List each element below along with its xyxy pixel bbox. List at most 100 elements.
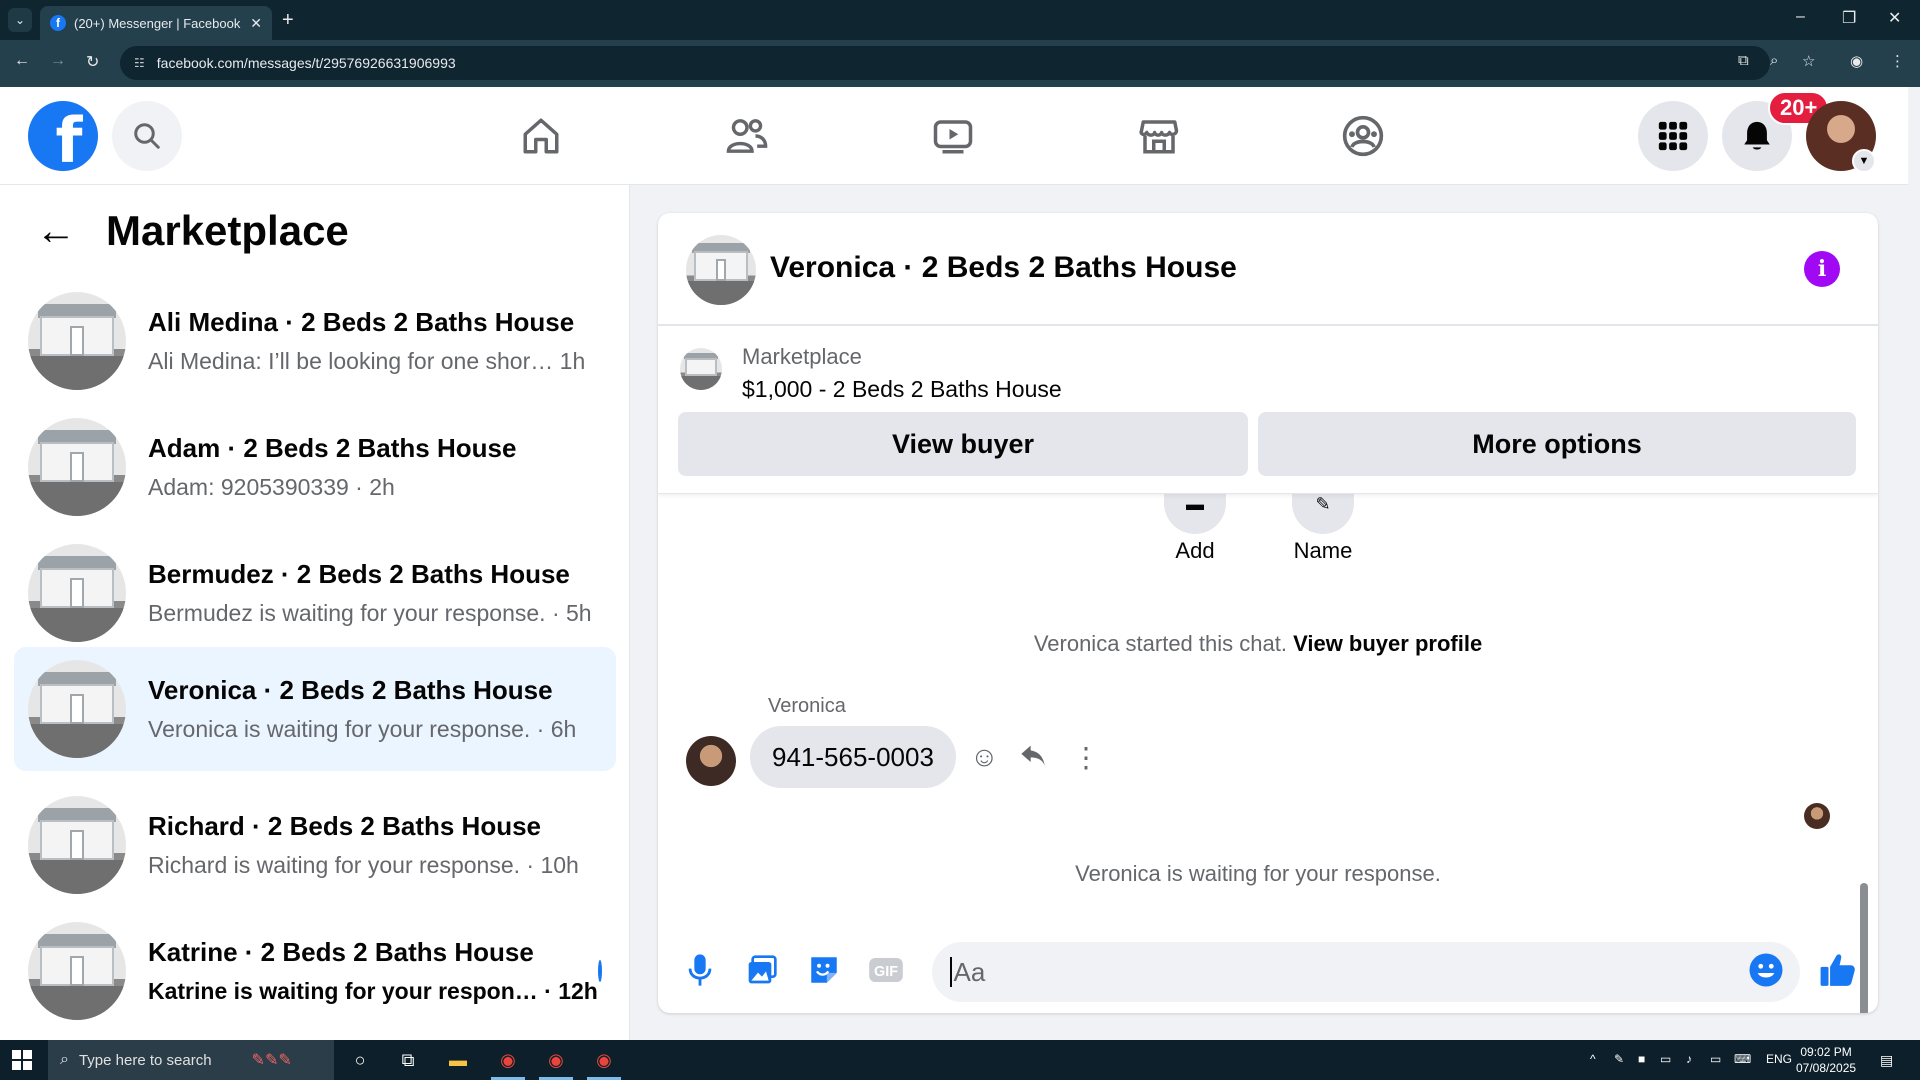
view-buyer-button[interactable]: View buyer [678, 412, 1248, 476]
forward-icon[interactable]: → [50, 52, 66, 70]
volume-icon[interactable]: ♪ [1686, 1052, 1692, 1066]
svg-text:GIF: GIF [874, 964, 898, 980]
chat-header: Veronica · 2 Beds 2 Baths House i [658, 213, 1878, 326]
message-bubble[interactable]: 941-565-0003 [750, 726, 956, 788]
listing-small-thumbnail[interactable] [680, 348, 722, 390]
search-button[interactable] [112, 101, 182, 171]
conversation-preview: Bermudez is waiting for your response. ·… [148, 600, 592, 626]
listing-thumbnail [28, 418, 126, 516]
site-info-icon[interactable]: ☷ [134, 56, 145, 70]
emoji-picker-icon[interactable] [1746, 950, 1786, 990]
microphone-icon[interactable] [680, 950, 720, 990]
friends-icon [726, 119, 768, 153]
tray-battery-icon[interactable]: ▭ [1660, 1052, 1671, 1066]
waiting-notice: Veronica is waiting for your response. [1075, 861, 1441, 886]
conversation-item[interactable]: Richard · 2 Beds 2 Baths House Richard i… [14, 783, 616, 907]
listing-thumbnail [28, 544, 126, 642]
conversation-preview: Veronica is waiting for your response. ·… [148, 716, 577, 742]
chrome-icon[interactable]: ◉ [496, 1048, 520, 1072]
home-nav-button[interactable] [516, 111, 566, 161]
tray-app-icon[interactable]: ■ [1638, 1052, 1645, 1066]
back-icon[interactable]: ← [14, 52, 30, 70]
restore-button[interactable]: ❐ [1842, 8, 1856, 28]
friends-nav-button[interactable] [722, 111, 772, 161]
more-options-button[interactable]: More options [1258, 412, 1856, 476]
browser-menu-icon[interactable]: ⋮ [1890, 52, 1905, 70]
minimize-button[interactable]: – [1796, 8, 1805, 26]
bell-icon [1744, 121, 1770, 150]
tray-pen-icon[interactable]: ✎ [1614, 1052, 1624, 1066]
taskbar-search[interactable]: ⌕ Type here to search ✎✎✎ [48, 1040, 334, 1080]
clock-date: 07/08/2025 [1796, 1061, 1857, 1075]
name-action-label: Name [1293, 538, 1353, 563]
bookmark-star-icon[interactable]: ☆ [1802, 52, 1815, 70]
chat-scrollbar[interactable] [1858, 498, 1868, 1013]
sticker-icon[interactable] [804, 950, 844, 990]
conversation-item[interactable]: Ali Medina · 2 Beds 2 Baths House Ali Me… [14, 279, 616, 403]
tab-search-button[interactable]: ⌄ [8, 8, 32, 32]
conversation-name: Adam · 2 Beds 2 Baths House [148, 433, 517, 463]
marketplace-nav-button[interactable] [1134, 111, 1184, 161]
groups-icon [1342, 115, 1384, 157]
new-tab-button[interactable]: + [282, 8, 294, 32]
task-view-icon[interactable]: ⧉ [396, 1048, 420, 1072]
conversation-name: Veronica · 2 Beds 2 Baths House [148, 675, 553, 705]
notification-center-icon[interactable]: ▤ [1880, 1052, 1893, 1069]
conversation-item[interactable]: Adam · 2 Beds 2 Baths House Adam: 920539… [14, 405, 616, 529]
chat-title[interactable]: Veronica · 2 Beds 2 Baths House [770, 251, 1237, 285]
gif-icon[interactable]: GIF [866, 950, 906, 990]
view-buyer-profile-link[interactable]: View buyer profile [1293, 631, 1482, 656]
name-contact-action[interactable]: ✎ Name [1292, 494, 1354, 564]
browser-tab[interactable]: f (20+) Messenger | Facebook ✕ [40, 6, 272, 40]
windows-start-icon[interactable] [12, 1050, 32, 1070]
close-tab-icon[interactable]: ✕ [250, 15, 262, 32]
listing-thumbnail [28, 796, 126, 894]
seen-by-avatar [1804, 803, 1830, 829]
chrome-profile-icon[interactable]: ◉ [544, 1048, 568, 1072]
back-arrow-icon[interactable]: ← [36, 211, 76, 251]
tray-chevron-up-icon[interactable]: ^ [1590, 1052, 1596, 1066]
more-actions-icon[interactable]: ⋮ [1072, 741, 1100, 774]
message-input[interactable]: Aa [932, 942, 1800, 1002]
taskbar-search-placeholder: Type here to search [78, 1051, 212, 1069]
facebook-logo-icon[interactable]: f [28, 101, 98, 171]
home-icon [523, 118, 559, 154]
conversation-preview: Katrine is waiting for your respon… · 12… [148, 978, 598, 1004]
sender-avatar[interactable] [686, 736, 736, 786]
address-bar-row: ← → ↻ ☷ facebook.com/messages/t/29576926… [0, 40, 1920, 87]
network-icon[interactable]: ▭ [1710, 1052, 1721, 1066]
install-app-icon[interactable]: ⧉ [1738, 52, 1749, 69]
account-chevron-down-icon[interactable]: ▼ [1852, 149, 1876, 173]
conversation-info-icon[interactable]: i [1804, 251, 1840, 287]
like-thumbs-up-icon[interactable] [1818, 950, 1858, 990]
profile-icon[interactable]: ◉ [1850, 52, 1863, 70]
add-action-label: Add [1175, 538, 1215, 563]
watch-nav-button[interactable] [928, 111, 978, 161]
conversation-item-unread[interactable]: Katrine · 2 Beds 2 Baths House Katrine i… [14, 909, 616, 1033]
conversation-item-active[interactable]: Veronica · 2 Beds 2 Baths House Veronica… [14, 647, 616, 771]
file-explorer-icon[interactable]: ▬ [446, 1048, 470, 1072]
text-cursor [950, 957, 952, 987]
react-smiley-icon[interactable]: ☺ [970, 741, 999, 773]
taskbar-search-icon: ⌕ [60, 1051, 69, 1068]
keyboard-icon[interactable]: ⌨ [1734, 1052, 1751, 1066]
cortana-icon[interactable]: ○ [348, 1048, 372, 1072]
facebook-favicon-icon: f [50, 15, 66, 31]
reload-icon[interactable]: ↻ [86, 52, 99, 72]
menu-button[interactable] [1638, 101, 1708, 171]
language-indicator[interactable]: ENG [1766, 1052, 1792, 1066]
video-icon [933, 120, 973, 154]
listing-title[interactable]: $1,000 - 2 Beds 2 Baths House [742, 376, 1062, 403]
add-contact-action[interactable]: ▬ Add [1164, 494, 1226, 564]
conversation-item[interactable]: Bermudez · 2 Beds 2 Baths House Bermudez… [14, 531, 616, 655]
close-window-button[interactable]: ✕ [1888, 8, 1901, 28]
groups-nav-button[interactable] [1338, 111, 1388, 161]
system-clock[interactable]: 09:02 PM 07/08/2025 [1796, 1044, 1856, 1076]
conversation-name: Katrine · 2 Beds 2 Baths House [148, 937, 534, 967]
chrome-profile-icon[interactable]: ◉ [592, 1048, 616, 1072]
photo-gallery-icon[interactable] [742, 950, 782, 990]
url-field[interactable]: ☷ facebook.com/messages/t/29576926631906… [120, 46, 1770, 80]
chat-listing-thumbnail[interactable] [686, 235, 756, 305]
reply-icon[interactable] [1018, 741, 1048, 776]
zoom-icon[interactable]: ⌕ [1770, 52, 1778, 69]
